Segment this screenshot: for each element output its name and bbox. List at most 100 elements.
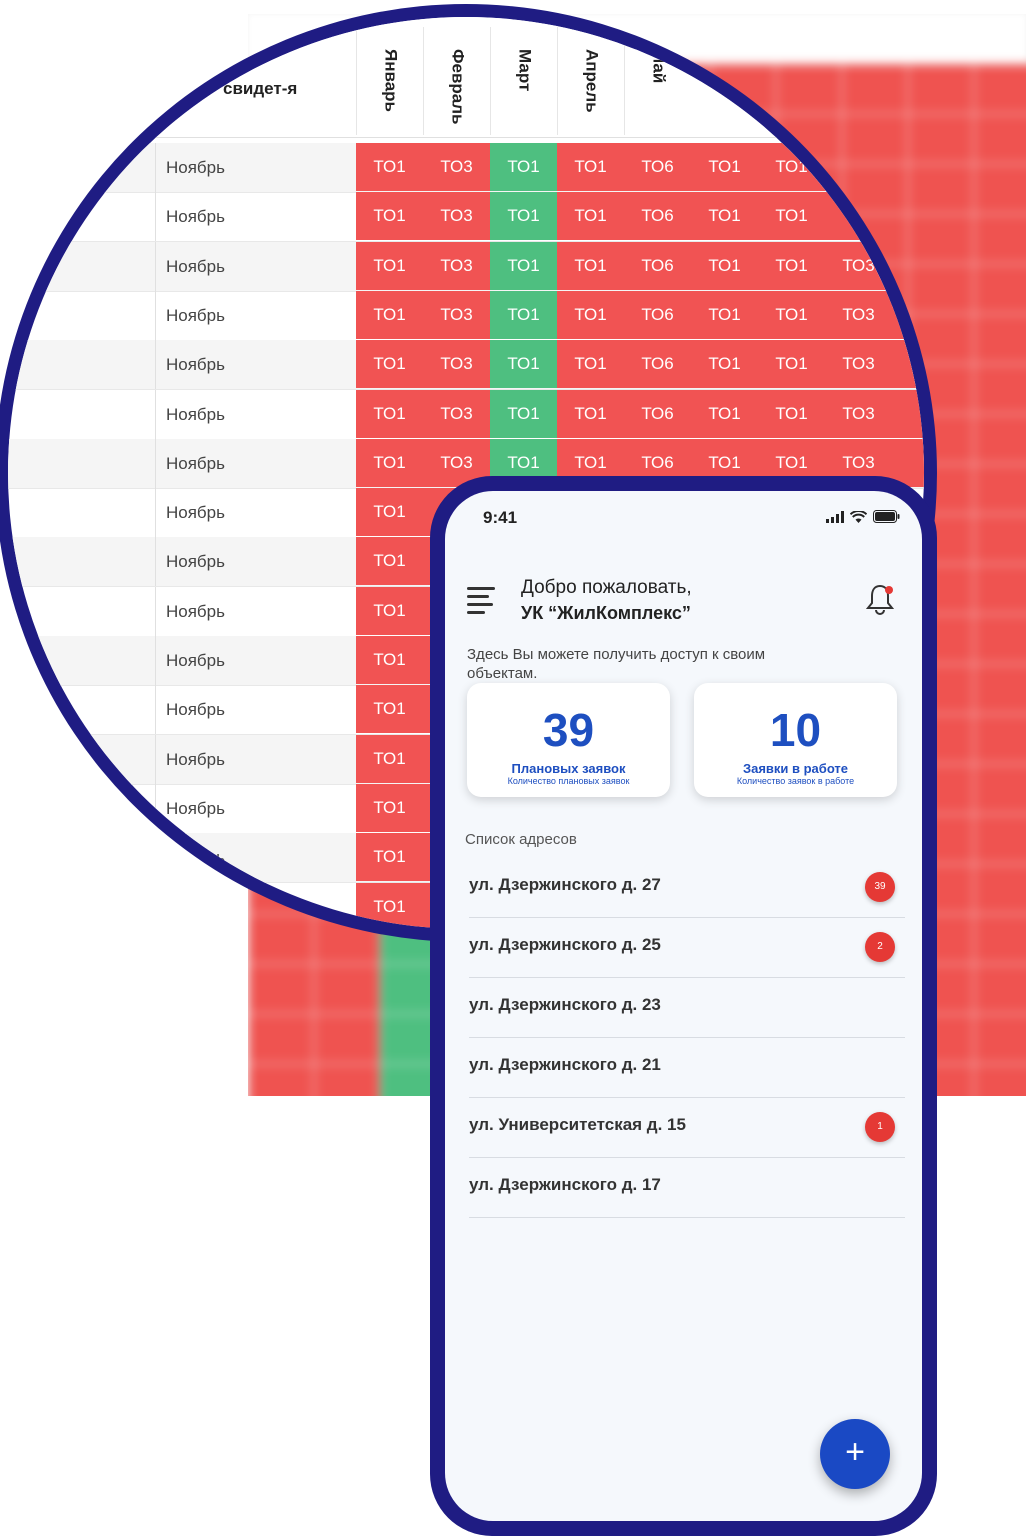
schedule-cell: ТО1 [691,340,759,389]
month-label: Март [515,49,535,92]
schedule-cell: ТО1 [490,340,558,389]
schedule-cell: ТО3 [423,389,491,438]
background-cell [974,264,1026,314]
bell-icon[interactable] [866,583,894,615]
month-column-header: Январь [356,27,424,135]
schedule-cell: ТО1 [557,290,625,339]
address-list-item[interactable]: ул. Дзержинского д. 21 [469,1037,905,1098]
month-column-header: Май [624,27,692,135]
in-progress-requests-card[interactable]: 10 Заявки в работе Количество заявок в р… [694,683,897,797]
planned-requests-card[interactable]: 39 Плановых заявок Количество плановых з… [467,683,670,797]
schedule-cell: ТО1 [356,340,424,389]
background-cell [314,1064,380,1096]
wifi-icon [850,510,867,523]
background-cell [974,714,1026,764]
schedule-cell [892,438,924,487]
schedule-cell: ТО6 [624,389,692,438]
address-list-item[interactable]: ул. Дзержинского д. 23 [469,977,905,1038]
background-cell [974,814,1026,864]
month-label: Май [649,49,669,84]
status-bar: 9:41 [445,491,922,543]
schedule-cell: ТО1 [758,241,826,290]
schedule-cell: ТО1 [691,143,759,191]
add-button[interactable]: + [820,1419,890,1489]
signal-icon [826,510,844,523]
address-list-item[interactable]: ул. Дзержинского д. 25 2 [469,917,905,978]
schedule-cell: ТО1 [758,143,826,191]
background-cell [314,1014,380,1064]
row-month: Ноябрь [155,783,361,833]
phone-screen: 9:41 Добро пожаловать, УК “ЖилКомплекс” … [445,491,922,1521]
schedule-cell: ТО1 [557,340,625,389]
menu-icon[interactable] [467,587,495,614]
address-list-item[interactable]: ул. Дзержинского д. 27 39 [469,857,905,918]
company-name: УК “ЖилКомплекс” [521,603,691,623]
row-month: Ноябрь [155,340,361,390]
schedule-cell: ТО1 [557,143,625,191]
intro-text: Здесь Вы можете получить доступ к своим … [467,646,766,682]
table-row: Ноябрь ТО1 ТО3 ТО1 ТО1 ТО6 ТО1 ТО1 ТО3 [8,340,924,391]
table-row: Ноябрь ТО1 ТО3 ТО1 ТО1 ТО6 ТО1 ТО1 ТО3 [8,290,924,341]
address-text: ул. Университетская д. 15 [469,1115,686,1134]
schedule-cell: ТО1 [356,438,424,487]
card-subtitle: Количество заявок в работе [736,776,855,786]
background-cell [974,664,1026,714]
address-text: ул. Дзержинского д. 21 [469,1055,661,1074]
schedule-cell: ТО1 [691,192,759,241]
background-cell [974,1014,1026,1064]
schedule-cell: ТО1 [356,488,424,537]
row-month: Ноябрь [155,290,361,340]
schedule-cell: ТО6 [624,340,692,389]
schedule-cell: ТО1 [356,685,424,734]
schedule-cell: ТО6 [624,192,692,241]
greeting-text: Добро пожаловать, [521,577,692,598]
request-count-badge: 1 [865,1112,895,1142]
schedule-cell: ТО3 [825,340,893,389]
background-cell [974,564,1026,614]
background-cell [974,614,1026,664]
schedule-cell: ТО1 [758,340,826,389]
background-cell [248,1064,314,1096]
address-list-item[interactable]: ул. Дзержинского д. 17 [469,1157,905,1218]
schedule-cell: ТО1 [356,783,424,832]
row-month: Ноябрь [155,438,361,488]
background-cell [974,314,1026,364]
background-cell [314,964,380,1014]
schedule-cell: ТО3 [825,290,893,339]
schedule-cell: ТО1 [691,290,759,339]
address-text: ул. Дзержинского д. 25 [469,935,661,954]
background-cell [974,464,1026,514]
card-label: Заявки в работе [742,761,849,776]
month-label: Февраль [448,49,468,125]
schedule-cell: ТО1 [356,192,424,241]
schedule-cell: ТО6 [624,241,692,290]
table-row: Ноябрь ТО1 ТО3 ТО1 ТО1 ТО6 ТО1 ТО1 [8,192,924,243]
address-list-item[interactable]: ул. Университетская д. 15 1 [469,1097,905,1158]
schedule-cell: ТО1 [490,241,558,290]
schedule-cell: ТО3 [423,192,491,241]
row-month: Ноябрь [155,241,361,291]
background-cell [974,964,1026,1014]
background-cell [974,114,1026,164]
request-count-badge: 2 [865,932,895,962]
schedule-cell: ТО3 [423,290,491,339]
status-time: 9:41 [483,508,518,527]
schedule-cell: ТО3 [423,241,491,290]
row-month: Ноябрь [155,389,361,439]
month-column-header: Апрель [557,27,625,135]
row-month: Ноябрь [155,586,361,636]
background-cell [974,514,1026,564]
background-cell [248,1014,314,1064]
schedule-cell: ТО3 [825,241,893,290]
background-cell [974,914,1026,964]
row-month: Ноябрь [155,833,361,883]
schedule-cell: ТО1 [557,192,625,241]
schedule-cell: ТО1 [356,290,424,339]
status-icons [826,510,900,523]
month-column-header: Февраль [423,27,491,135]
schedule-cell: ТО1 [691,389,759,438]
background-cell [974,864,1026,914]
schedule-cell: ТО6 [624,143,692,191]
month-column-header: Март [490,27,558,135]
background-cell [974,764,1026,814]
